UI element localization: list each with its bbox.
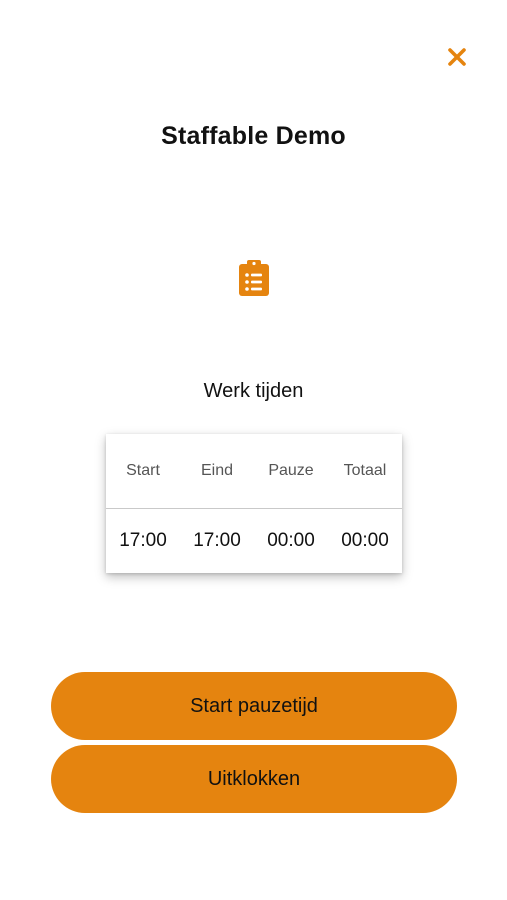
column-header-end: Eind: [180, 434, 254, 509]
table-header-row: Start Eind Pauze Totaal: [106, 434, 402, 509]
work-times-card: Start Eind Pauze Totaal 17:00 17:00 00:0…: [106, 434, 402, 573]
work-times-screen: Staffable Demo Werk tijden Start Eind Pa…: [0, 0, 507, 900]
column-header-pause: Pauze: [254, 434, 328, 509]
end-time-value: 17:00: [193, 530, 241, 551]
start-pause-button[interactable]: Start pauzetijd: [51, 672, 457, 740]
close-icon: [448, 48, 466, 66]
table-row: 17:00 17:00 00:00 00:00: [106, 509, 402, 574]
column-header-start: Start: [106, 434, 180, 509]
column-header-total: Totaal: [328, 434, 402, 509]
clipboard-list-icon: [239, 260, 269, 296]
section-label: Werk tijden: [203, 380, 304, 402]
start-time-value: 17:00: [119, 530, 167, 551]
clock-out-button[interactable]: Uitklokken: [51, 745, 457, 813]
total-time-value: 00:00: [341, 530, 389, 551]
pause-time-value: 00:00: [267, 530, 315, 551]
page-title: Staffable Demo: [161, 122, 346, 150]
close-button[interactable]: [440, 40, 474, 74]
work-times-table: Start Eind Pauze Totaal 17:00 17:00 00:0…: [106, 434, 402, 573]
